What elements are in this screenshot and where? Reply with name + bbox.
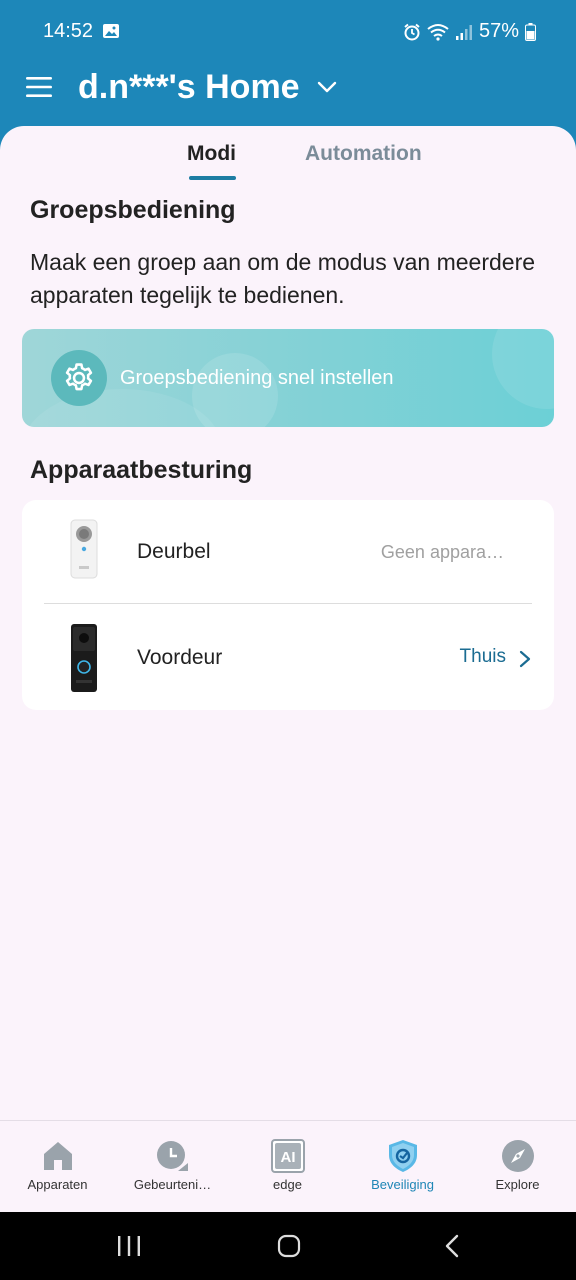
device-row-voordeur[interactable]: Voordeur Thuis (22, 606, 554, 710)
nav-label: edge (273, 1177, 302, 1192)
nav-label: Beveiliging (371, 1177, 434, 1192)
group-control-quick-setup-label: Groepsbediening snel instellen (120, 367, 394, 389)
alarm-icon (404, 23, 420, 40)
gear-icon (65, 363, 93, 391)
tab-bar: Modi Automation (0, 142, 576, 188)
device-list: Deurbel Geen appara… Voordeur Thuis (22, 500, 554, 710)
ai-icon-text: AI (281, 1149, 296, 1166)
nav-label: Gebeurteni… (133, 1177, 212, 1192)
device-mode-status[interactable]: Thuis (460, 646, 506, 668)
clock-events-icon (157, 1141, 188, 1171)
group-control-description: Maak een groep aan om de modus van meerd… (30, 249, 536, 308)
home-button-icon[interactable] (277, 1234, 301, 1258)
group-control-title: Groepsbediening (30, 196, 236, 224)
status-indicators: 57% (403, 20, 536, 43)
battery-percentage: 57% (478, 20, 519, 42)
banner-decoration (492, 329, 554, 409)
nav-item-gebeurtenissen[interactable]: Gebeurteni… (115, 1121, 230, 1213)
active-tab-indicator (189, 176, 236, 180)
back-icon[interactable] (444, 1234, 460, 1258)
nav-item-edge[interactable]: AI edge (230, 1121, 345, 1213)
device-row-deurbel[interactable]: Deurbel Geen appara… (22, 500, 554, 604)
signal-icon (455, 24, 472, 40)
tab-modi[interactable]: Modi (187, 142, 236, 166)
device-control-title: Apparaatbesturing (30, 456, 253, 484)
ai-edge-icon: AI (271, 1139, 305, 1173)
battery-icon (525, 22, 536, 41)
device-name: Deurbel (137, 540, 211, 563)
system-navigation-bar (0, 1212, 576, 1280)
tab-automation[interactable]: Automation (305, 142, 422, 166)
recent-apps-icon[interactable] (116, 1234, 142, 1258)
device-name: Voordeur (137, 646, 223, 669)
bottom-navigation: Apparaten Gebeurteni… AI edge Beveiligin… (0, 1120, 576, 1212)
doorbell-chime-image (70, 519, 98, 579)
shield-icon (389, 1140, 417, 1172)
wifi-icon (427, 23, 449, 41)
status-time: 14:52 (43, 20, 94, 42)
nav-item-explore[interactable]: Explore (460, 1121, 575, 1213)
chevron-down-icon[interactable] (316, 76, 338, 98)
nav-label: Apparaten (27, 1177, 88, 1192)
nav-label: Explore (495, 1177, 540, 1192)
gallery-notification-icon (103, 24, 119, 38)
nav-item-beveiliging[interactable]: Beveiliging (345, 1121, 460, 1213)
divider (44, 603, 532, 604)
status-bar: 14:52 57% (0, 0, 576, 64)
home-selector-title[interactable]: d.n***'s Home (78, 68, 300, 107)
menu-icon[interactable] (26, 74, 52, 100)
group-control-quick-setup-button[interactable]: Groepsbediening snel instellen (22, 329, 554, 427)
home-icon (44, 1142, 72, 1170)
chevron-right-icon[interactable] (518, 650, 532, 668)
app-header: d.n***'s Home (0, 64, 576, 128)
device-status: Geen appara… (380, 542, 504, 562)
banner-decoration (192, 353, 278, 427)
nav-item-apparaten[interactable]: Apparaten (0, 1121, 115, 1213)
settings-icon-circle (51, 350, 107, 406)
content-sheet: Modi Automation Groepsbediening Maak een… (0, 126, 576, 1120)
compass-icon (502, 1140, 534, 1172)
video-doorbell-image (71, 624, 97, 692)
